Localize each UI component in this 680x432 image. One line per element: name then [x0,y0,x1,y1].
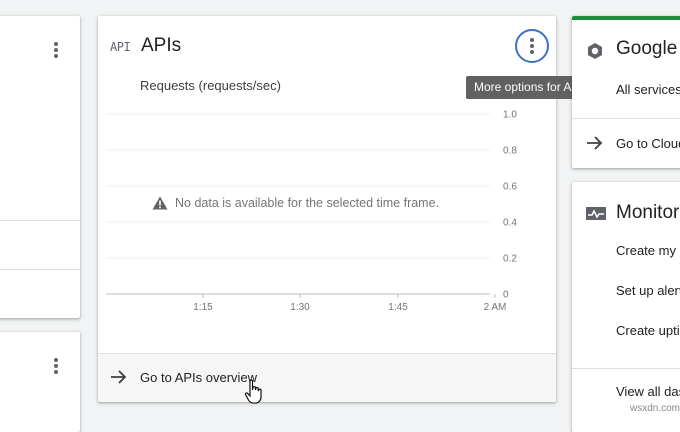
card-title: Google C [616,38,680,59]
monitoring-item[interactable]: Create uptim [616,323,680,338]
arrow-right-icon [111,370,127,384]
apis-overview-link[interactable]: Go to APIs overview [98,353,556,402]
chart-label: Requests (requests/sec) [140,78,281,93]
x-tick-label: 1:15 [193,302,213,313]
x-tick-label: 2 AM [484,302,507,313]
no-data-text: No data is available for the selected ti… [175,196,440,210]
monitoring-item[interactable]: Create my c [616,243,680,258]
go-to-cloud-link[interactable]: Go to Cloud [616,136,680,151]
divider [0,269,80,270]
y-tick-label: 0.8 [503,146,517,157]
x-tick-label: 1:45 [388,302,408,313]
warning-icon [152,196,168,210]
card-title: Monitori [616,202,680,223]
api-icon: API [110,40,131,54]
x-tick-label: 1:30 [290,302,310,313]
requests-chart: 1.0 0.8 0.6 0.4 0.2 0 1:15 1:30 1:45 2 AM [106,110,517,313]
all-services-text: All services [616,82,680,97]
arrow-right-icon [587,136,603,150]
y-tick-label: 0.6 [503,182,517,193]
more-options-icon [520,34,544,58]
more-options-icon[interactable] [44,354,68,378]
cloud-status-card: Google C All services Go to Cloud [572,16,680,168]
y-tick-label: 0.4 [503,218,517,229]
cloud-hexagon-icon [588,43,602,59]
y-tick-label: 0 [503,290,509,301]
more-options-icon[interactable] [44,38,68,62]
apis-overview-label: Go to APIs overview [140,370,258,385]
monitoring-item[interactable]: Set up alert [616,283,680,298]
no-data-message: No data is available for the selected ti… [152,196,439,210]
y-tick-label: 0.2 [503,254,517,265]
left-card-top [0,16,80,318]
more-options-button[interactable] [515,29,549,63]
left-card-bottom [0,332,80,432]
apis-card: API APIs Requests (requests/sec) 1.0 0.8 0… [98,16,556,402]
monitoring-card: Monitori Create my c Set up alert Create… [572,182,680,432]
watermark: wsxdn.com [630,403,680,414]
monitoring-item[interactable]: View all das [616,384,680,399]
monitoring-icon [586,207,606,220]
hand-cursor-icon [244,379,262,404]
y-tick-label: 1.0 [503,110,517,121]
divider [572,118,680,119]
divider [0,220,80,221]
divider [572,368,680,369]
card-title: APIs [141,35,182,56]
